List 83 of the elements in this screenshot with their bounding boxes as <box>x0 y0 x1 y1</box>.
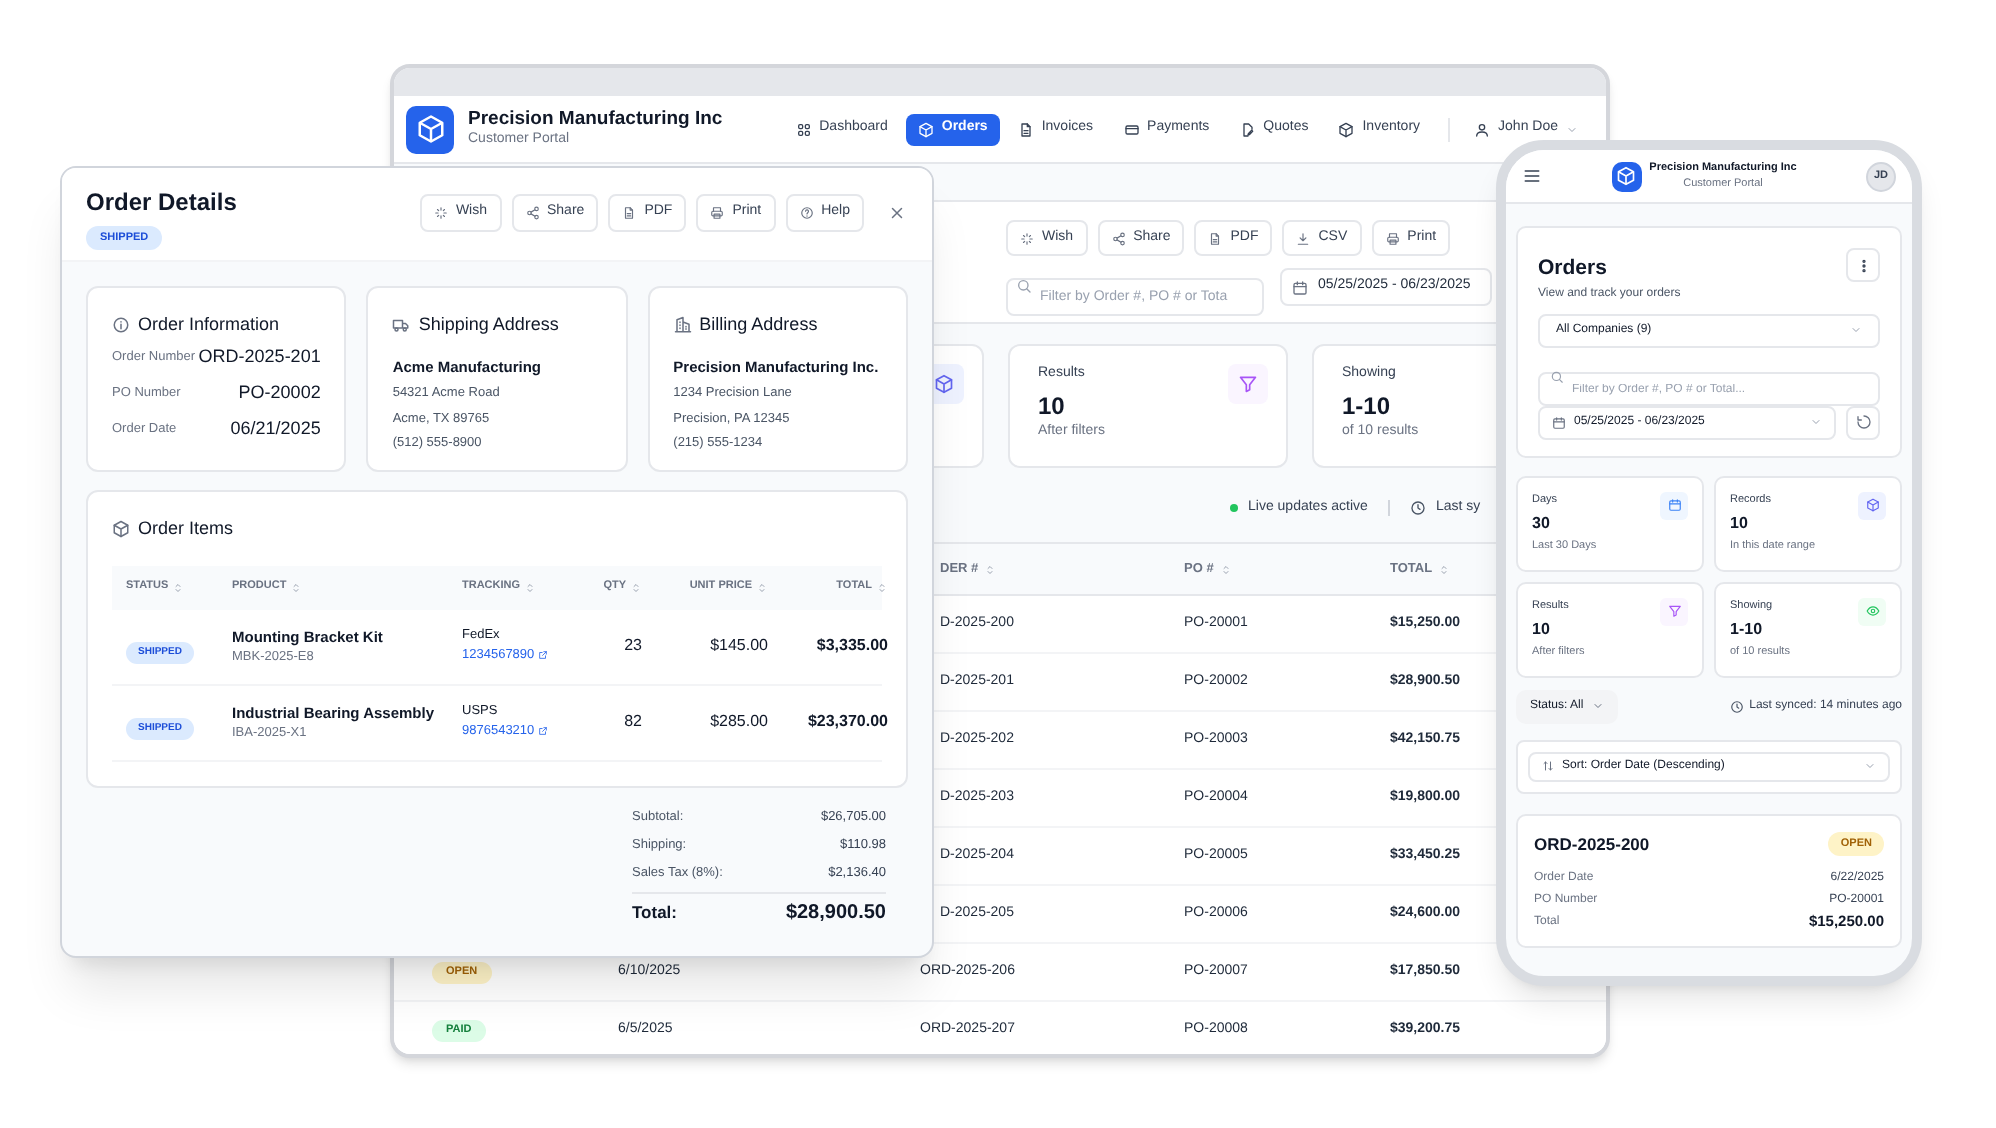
sort-icon <box>1219 563 1232 575</box>
search-icon <box>1550 369 1564 384</box>
caret-icon <box>1850 324 1862 337</box>
document-icon <box>1208 231 1223 245</box>
caret-icon <box>1810 416 1822 429</box>
sparkle-icon <box>433 206 448 220</box>
field-value: PO-20002 <box>238 380 321 407</box>
truck-icon <box>392 316 411 335</box>
table-cell: $3,335.00 <box>816 634 888 658</box>
info-icon <box>112 316 130 335</box>
search-icon <box>1016 278 1032 294</box>
cube-icon <box>1865 498 1879 513</box>
filter-icon <box>1238 374 1258 394</box>
stat-value: 10 <box>1532 618 1552 642</box>
share-icon <box>525 206 539 220</box>
app-title: Precision Manufacturing Inc <box>468 108 723 132</box>
sort-icon <box>1438 563 1451 575</box>
download-icon <box>1296 231 1311 245</box>
share-icon <box>1111 231 1126 245</box>
grid-icon <box>795 121 812 137</box>
printer-icon <box>1385 231 1400 245</box>
sparkle-icon <box>1020 231 1034 245</box>
printer-icon <box>710 206 725 220</box>
calendar-icon <box>1292 279 1308 295</box>
caret-icon <box>1864 760 1876 773</box>
building-icon <box>673 316 692 335</box>
calendar-icon <box>1552 415 1566 430</box>
table-cell: $145.00 <box>710 634 768 658</box>
user-icon <box>1474 121 1491 137</box>
order-number: ORD-2025-200 <box>1534 831 1650 857</box>
card-icon <box>1123 121 1140 137</box>
refresh-icon <box>1855 414 1871 431</box>
cube-icon <box>934 374 954 394</box>
table-cell: 82 <box>624 710 642 734</box>
stat-value: 1-10 <box>1730 618 1765 642</box>
sort-icon <box>172 581 185 593</box>
card-title: Order Information <box>138 312 280 338</box>
sort-icon <box>984 563 997 575</box>
cube-logo-icon <box>406 105 454 153</box>
stat-value: 1-10 <box>1342 389 1393 421</box>
external-link-icon <box>538 650 549 661</box>
close-icon <box>887 204 905 222</box>
card-title: Shipping Address <box>418 312 559 338</box>
document-icon <box>622 206 637 220</box>
sort-icon <box>290 581 303 593</box>
clock-icon <box>1409 500 1426 516</box>
table-cell: 23 <box>624 634 642 658</box>
card-title: Billing Address <box>699 312 818 338</box>
menu-button[interactable] <box>1522 166 1542 186</box>
document-icon <box>1017 121 1034 137</box>
sort-icon <box>1542 760 1554 773</box>
total-label: Total: <box>632 900 678 926</box>
caret-icon <box>1566 123 1578 135</box>
field-value: ORD-2025-201 <box>198 344 321 371</box>
page-title: Orders <box>1538 254 1607 284</box>
sort-icon <box>524 581 537 593</box>
filter-icon <box>1667 604 1681 619</box>
table-cell: $23,370.00 <box>807 710 888 734</box>
stat-value: 30 <box>1532 512 1552 536</box>
cube-icon <box>112 520 130 539</box>
calendar-icon <box>1667 498 1681 513</box>
sort-icon <box>630 581 642 593</box>
help-icon <box>799 206 814 220</box>
dialog-title: Order Details <box>86 186 237 220</box>
stat-value: 10 <box>1038 389 1067 421</box>
field-value: 06/21/2025 <box>230 416 321 443</box>
table-cell: $285.00 <box>710 710 768 734</box>
cube-icon <box>917 121 934 137</box>
eye-icon <box>1865 604 1879 619</box>
external-link-icon <box>538 726 549 737</box>
stat-value: 10 <box>1730 512 1750 536</box>
sort-icon <box>876 581 888 593</box>
refresh-button[interactable] <box>1846 405 1880 440</box>
more-button[interactable] <box>1846 248 1880 282</box>
total-value: $28,900.50 <box>785 900 886 928</box>
card-title: Order Items <box>138 516 234 542</box>
clock-icon <box>1729 699 1744 714</box>
document-pen-icon <box>1239 121 1256 137</box>
cube-logo-icon <box>1611 161 1642 191</box>
sort-icon <box>756 581 768 593</box>
caret-icon <box>1591 700 1604 713</box>
menu-icon <box>1522 166 1542 186</box>
cube-icon <box>1338 121 1355 137</box>
